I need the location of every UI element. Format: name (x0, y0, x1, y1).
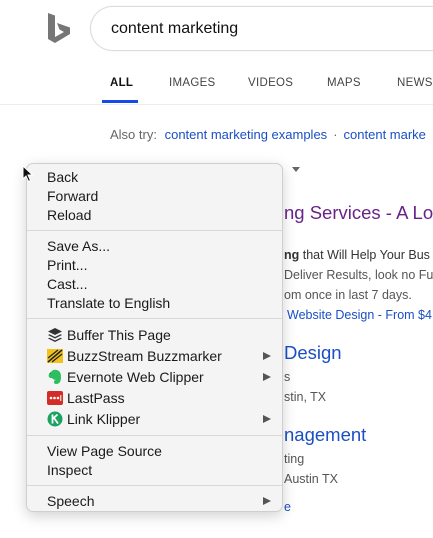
menu-item-evernote[interactable]: Evernote Web Clipper (27, 367, 282, 387)
menu-separator (27, 230, 282, 231)
buzzstream-icon (47, 349, 63, 363)
search-input[interactable]: content marketing (90, 6, 433, 51)
also-try-bar: Also try: content marketing examples · con… (110, 127, 426, 142)
menu-item-label: Buffer This Page (67, 327, 171, 343)
also-try-link[interactable]: content marke (344, 127, 426, 142)
buffer-icon (48, 328, 62, 342)
menu-item-label: Cast... (47, 276, 88, 292)
result-snippet: ng that Will Help Your Bus (284, 248, 430, 262)
tab-news[interactable]: NEWS (397, 77, 433, 89)
menu-item-label: Reload (47, 207, 92, 223)
menu-item-link-klipper[interactable]: Link Klipper (27, 409, 282, 429)
menu-item-label: Forward (47, 188, 99, 204)
menu-item-back[interactable]: Back (27, 167, 282, 187)
result-snippet: s (284, 370, 291, 384)
tab-maps[interactable]: MAPS (327, 77, 361, 89)
evernote-icon (48, 369, 61, 384)
link-klipper-icon (47, 411, 63, 427)
submenu-arrow-icon (263, 415, 271, 423)
menu-item-forward[interactable]: Forward (27, 186, 282, 206)
also-try-link[interactable]: content marketing examples (165, 127, 328, 142)
result-snippet: om once in last 7 days. (284, 288, 412, 302)
menu-item-inspect[interactable]: Inspect (27, 460, 282, 480)
menu-item-buzzstream[interactable]: BuzzStream Buzzmarker (27, 346, 282, 366)
result-title[interactable]: nagement (284, 424, 366, 446)
menu-item-buffer[interactable]: Buffer This Page (27, 325, 282, 345)
result-title[interactable]: Design (284, 342, 342, 364)
tab-all[interactable]: ALL (110, 77, 133, 89)
result-snippet: Austin TX (284, 472, 338, 486)
result-snippet: stin, TX (284, 390, 327, 404)
menu-item-label: Save As... (47, 238, 111, 254)
menu-item-print[interactable]: Print... (27, 255, 282, 275)
result-snippet: Deliver Results, look no Fu (284, 268, 433, 282)
menu-item-label: View Page Source (47, 443, 162, 459)
tabs-divider (0, 104, 433, 105)
search-query-text: content marketing (111, 20, 239, 37)
menu-item-label: Evernote Web Clipper (67, 369, 204, 385)
also-try-label: Also try: (110, 127, 157, 142)
menu-item-label: Translate to English (47, 295, 171, 311)
menu-item-save-as[interactable]: Save As... (27, 236, 282, 256)
menu-item-label: Inspect (47, 462, 93, 478)
separator-dot: · (333, 127, 338, 142)
submenu-arrow-icon (263, 497, 271, 505)
menu-item-label: Print... (47, 257, 88, 273)
menu-separator (27, 318, 282, 319)
menu-item-view-source[interactable]: View Page Source (27, 441, 282, 461)
lastpass-icon (47, 391, 63, 405)
tab-videos[interactable]: VIDEOS (248, 77, 293, 89)
menu-separator (27, 485, 282, 486)
menu-item-label: Link Klipper (67, 411, 141, 427)
result-sublink[interactable]: Website Design - From $4 (287, 308, 432, 322)
tab-images[interactable]: IMAGES (169, 77, 216, 89)
result-snippet: ting (284, 452, 305, 466)
result-snippet-bold: ng (284, 248, 300, 262)
context-menu: Back Forward Reload Save As... Print... … (26, 163, 283, 512)
active-tab-indicator (102, 100, 138, 103)
bing-logo-icon[interactable] (44, 12, 74, 46)
menu-item-label: BuzzStream Buzzmarker (67, 348, 222, 364)
menu-item-lastpass[interactable]: LastPass (27, 388, 282, 408)
menu-item-speech[interactable]: Speech (27, 491, 282, 511)
chevron-down-icon (291, 167, 300, 173)
submenu-arrow-icon (263, 352, 271, 360)
menu-item-translate[interactable]: Translate to English (27, 293, 282, 313)
result-title[interactable]: ng Services - A Lo (284, 202, 433, 224)
result-sublink[interactable]: e (284, 500, 291, 514)
menu-item-label: Back (47, 169, 79, 185)
menu-item-label: Speech (47, 493, 95, 509)
submenu-arrow-icon (263, 373, 271, 381)
mouse-cursor-icon (22, 165, 34, 183)
menu-item-label: LastPass (67, 390, 125, 406)
menu-separator (27, 435, 282, 436)
menu-item-reload[interactable]: Reload (27, 205, 282, 225)
menu-item-cast[interactable]: Cast... (27, 274, 282, 294)
result-snippet-rest: that Will Help Your Bus (299, 248, 430, 262)
